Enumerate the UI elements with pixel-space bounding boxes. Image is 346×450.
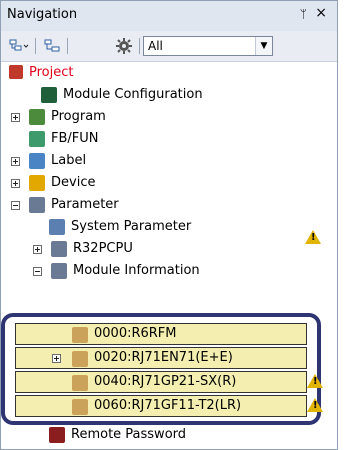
module-icon — [72, 399, 88, 415]
label-icon — [29, 153, 45, 169]
label-label: Label — [51, 153, 87, 168]
module-icon — [72, 327, 88, 343]
expand-icon[interactable] — [52, 354, 61, 363]
cpu-icon — [51, 241, 67, 257]
tree-layout-button[interactable] — [7, 36, 29, 56]
program-label: Program — [51, 109, 106, 124]
module-row[interactable]: 0060:RJ71GF11-T2(LR) — [15, 395, 307, 417]
parameter-label: Parameter — [51, 197, 119, 212]
filter-value: All — [148, 39, 163, 53]
system-parameter-icon — [49, 219, 65, 235]
settings-button[interactable] — [113, 36, 135, 56]
module-label: 0000:R6RFM — [94, 326, 177, 341]
toolbar-separator — [35, 38, 36, 54]
module-row[interactable]: 0040:RJ71GP21-SX(R) — [15, 371, 307, 393]
device-label: Device — [51, 175, 96, 190]
remote-password-label: Remote Password — [71, 427, 187, 442]
module-icon — [72, 351, 88, 367]
navigation-panel: Navigation ᛘ × All ▼ Project Module Conf… — [0, 0, 338, 450]
project-label: Project — [29, 65, 74, 80]
parameter-icon — [29, 197, 45, 213]
fb-fun-icon — [29, 131, 45, 147]
device-icon — [29, 175, 45, 191]
expand-button[interactable] — [41, 36, 63, 56]
module-row[interactable]: 0000:R6RFM — [15, 323, 307, 345]
module-configuration-label: Module Configuration — [63, 87, 203, 102]
program-icon — [29, 109, 45, 125]
module-label: 0040:RJ71GP21-SX(R) — [94, 374, 237, 389]
expand-icon[interactable] — [11, 113, 20, 122]
system-parameter-label: System Parameter — [71, 219, 192, 234]
remote-password-icon — [49, 427, 65, 443]
expand-icon — [44, 39, 60, 52]
module-configuration-icon — [41, 87, 57, 103]
gear-icon — [116, 38, 132, 54]
chevron-down-icon[interactable]: ▼ — [255, 37, 272, 55]
module-information-label: Module Information — [73, 263, 200, 278]
panel-titlebar: Navigation ᛘ × — [1, 1, 337, 32]
collapse-icon[interactable] — [33, 267, 42, 276]
warning-icon: ! — [307, 398, 323, 412]
expand-icon[interactable] — [33, 245, 42, 254]
tree-layout-icon — [9, 39, 29, 51]
fb-fun-label: FB/FUN — [51, 131, 99, 146]
module-information-icon — [51, 263, 67, 279]
toolbar-separator — [139, 38, 140, 54]
module-highlight-callout: 0000:R6RFM 0020:RJ71EN71(E+E) 0040:RJ71G… — [1, 313, 321, 425]
module-row[interactable]: 0020:RJ71EN71(E+E) — [15, 347, 307, 369]
module-label: 0060:RJ71GF11-T2(LR) — [94, 398, 242, 413]
toolbar-separator — [67, 38, 68, 54]
warning-icon: ! — [307, 374, 323, 388]
expand-icon[interactable] — [11, 157, 20, 166]
panel-title: Navigation — [7, 7, 78, 22]
filter-select[interactable]: All ▼ — [143, 36, 273, 56]
pin-icon[interactable]: ᛘ — [300, 7, 307, 21]
project-icon — [9, 65, 23, 79]
expand-icon[interactable] — [11, 179, 20, 188]
module-icon — [72, 375, 88, 391]
close-icon[interactable]: × — [315, 5, 327, 21]
cpu-label: R32PCPU — [73, 241, 133, 256]
collapse-icon[interactable] — [11, 201, 20, 210]
module-label: 0020:RJ71EN71(E+E) — [94, 350, 233, 365]
warning-icon: ! — [305, 230, 321, 244]
navigation-toolbar: All ▼ — [1, 31, 337, 62]
